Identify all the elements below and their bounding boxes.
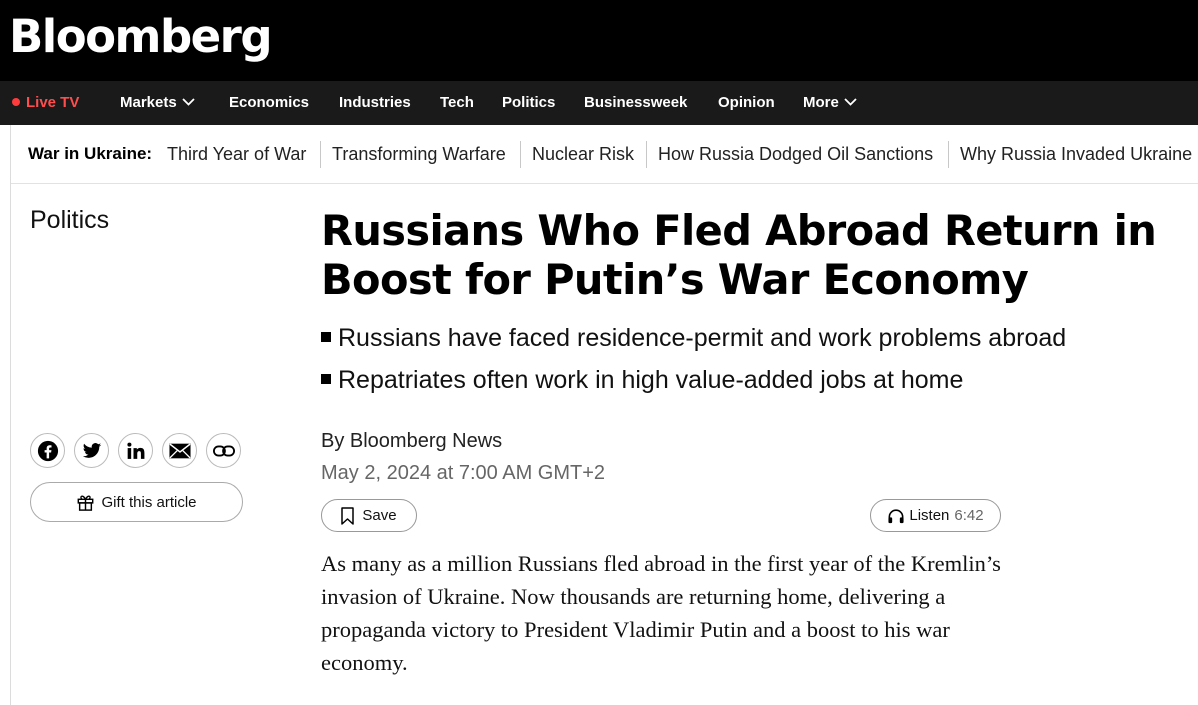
share-linkedin-button[interactable] [118, 433, 153, 468]
section-label[interactable]: Politics [30, 206, 109, 235]
listen-button[interactable]: Listen 6:42 [870, 499, 1001, 532]
summary-bullet: Repatriates often work in high value-add… [321, 359, 1066, 401]
subnav-label: War in Ukraine: [28, 144, 153, 163]
nav-politics[interactable]: Politics [502, 81, 555, 125]
subnav-divider [948, 141, 949, 168]
link-icon [212, 445, 235, 456]
square-bullet-icon [321, 332, 331, 343]
topic-subnav: War in Ukraine: Third Year of War Transf… [10, 125, 1198, 184]
share-email-button[interactable] [162, 433, 197, 468]
copy-link-button[interactable] [206, 433, 241, 468]
headphones-icon [888, 508, 904, 523]
nav-opinion[interactable]: Opinion [718, 81, 775, 125]
subnav-link-third-year[interactable]: Third Year of War [167, 125, 306, 183]
nav-markets[interactable]: Markets [120, 81, 195, 125]
main-nav: Live TV Markets Economics Industries Tec… [0, 81, 1198, 125]
subnav-divider [320, 141, 321, 168]
publish-date: May 2, 2024 at 7:00 AM GMT+2 [321, 462, 606, 484]
subnav-link-oil-sanctions[interactable]: How Russia Dodged Oil Sanctions [658, 125, 933, 183]
nav-more[interactable]: More [803, 81, 857, 125]
linkedin-icon [126, 442, 144, 459]
email-icon [168, 443, 191, 458]
nav-live-tv[interactable]: Live TV [12, 81, 79, 125]
listen-duration: 6:42 [954, 507, 984, 524]
chevron-down-icon [844, 97, 857, 106]
facebook-icon [37, 440, 58, 461]
nav-tech[interactable]: Tech [440, 81, 474, 125]
share-twitter-button[interactable] [74, 433, 109, 468]
subnav-link-nuclear-risk[interactable]: Nuclear Risk [532, 125, 634, 183]
article-headline: Russians Who Fled Abroad Return in Boost… [321, 206, 1157, 304]
save-button[interactable]: Save [321, 499, 417, 532]
subnav-divider [520, 141, 521, 168]
nav-industries[interactable]: Industries [339, 81, 411, 125]
twitter-icon [82, 442, 101, 458]
byline[interactable]: By Bloomberg News [321, 430, 502, 453]
nav-economics[interactable]: Economics [229, 81, 309, 125]
subnav-link-transforming-warfare[interactable]: Transforming Warfare [332, 125, 506, 183]
subnav-link-why-invaded[interactable]: Why Russia Invaded Ukraine [960, 125, 1192, 183]
live-dot-icon [12, 98, 20, 107]
gift-icon [78, 495, 94, 511]
article-body-paragraph: As many as a million Russians fled abroa… [321, 551, 1001, 675]
nav-businessweek[interactable]: Businessweek [584, 81, 687, 125]
square-bullet-icon [321, 374, 331, 385]
subnav-divider [646, 141, 647, 168]
bookmark-icon [341, 506, 355, 525]
summary-bullets: Russians have faced residence-permit and… [321, 317, 1066, 401]
left-divider [10, 125, 11, 705]
chevron-down-icon [182, 97, 195, 106]
bloomberg-logo[interactable]: Bloomberg [9, 8, 273, 66]
summary-bullet: Russians have faced residence-permit and… [321, 317, 1066, 359]
masthead: Bloomberg [0, 0, 1198, 81]
share-facebook-button[interactable] [30, 433, 65, 468]
gift-article-button[interactable]: Gift this article [30, 482, 243, 522]
